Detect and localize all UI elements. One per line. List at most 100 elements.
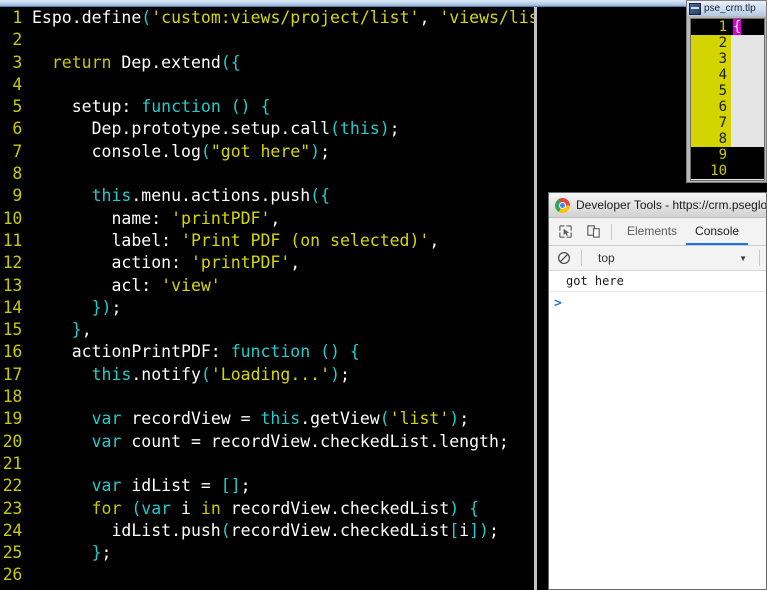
code-line[interactable]: 3 return Dep.extend({ [0,52,541,74]
code-token: var [91,409,122,429]
code-line[interactable]: 16 actionPrintPDF: function () { [0,341,541,363]
code-token: ; [101,543,112,563]
secondary-editor-line[interactable]: 6 [691,99,764,115]
secondary-line-text [731,35,764,51]
devtools-titlebar[interactable]: Developer Tools - https://crm.pseglo [549,193,766,218]
console-context-value: top [598,251,615,265]
secondary-line-number: 6 [691,99,731,115]
code-line[interactable]: 20 var count = recordView.checkedList.le… [0,431,541,453]
code-line[interactable]: 12 action: 'printPDF', [0,252,541,274]
editor-title-strip[interactable] [0,0,767,7]
device-toolbar-icon[interactable] [581,220,605,244]
code-token: [] [220,476,241,496]
secondary-line-number: 1 [691,19,731,35]
screen-root: 1 Espo.define('custom:views/project/list'… [0,0,767,590]
secondary-editor-line[interactable]: 9 [691,147,764,163]
secondary-editor-line[interactable]: 8 [691,131,764,147]
code-line[interactable]: 24 idList.push(recordView.checkedList[i]… [0,520,541,542]
code-token: in [200,498,221,518]
line-number: 18 [2,387,23,407]
secondary-editor-window[interactable]: pse_crm.tlp 1{2 3 4 5 6 7 8 9 10 [686,0,767,183]
secondary-line-text [731,99,764,115]
secondary-editor-line[interactable]: 7 [691,115,764,131]
secondary-line-text [731,147,764,163]
code-line[interactable]: 4 [0,74,541,96]
code-line-text: }; [30,542,541,564]
code-token: , [419,8,440,27]
inspect-cursor-icon[interactable] [553,220,577,244]
code-line-text: this.notify('Loading...'); [30,364,541,386]
secondary-editor-line[interactable]: 5 [691,83,764,99]
devtools-window-title: Developer Tools - https://crm.pseglo [576,198,766,212]
secondary-editor-line[interactable]: 10 [691,163,764,179]
code-token: return [51,52,112,72]
code-token: ({ [220,52,241,72]
code-token: [ [449,520,460,540]
code-token: i [171,498,201,518]
line-number: 7 [12,141,22,161]
editor-right-margin [537,7,541,590]
code-line[interactable]: 1 Espo.define('custom:views/project/list'… [0,7,541,29]
code-token: }) [91,297,112,317]
code-line-text: actionPrintPDF: function () { [30,341,541,363]
secondary-editor-titlebar[interactable]: pse_crm.tlp [687,1,766,16]
code-token: function [230,342,311,362]
filterbar-divider-2 [759,250,760,266]
code-editor-text-area[interactable]: 1 Espo.define('custom:views/project/list'… [0,7,541,590]
code-line[interactable]: 7 console.log("got here"); [0,141,541,163]
console-output-panel[interactable]: got here > [549,271,766,589]
line-number: 13 [2,275,23,295]
tab-elements[interactable]: Elements [618,218,686,245]
code-line[interactable]: 19 var recordView = this.getView('list')… [0,408,541,430]
code-token: i [459,520,470,540]
code-token: .getView [300,409,380,429]
line-number: 22 [2,476,23,496]
console-context-select[interactable]: top ▼ [588,251,753,265]
filterbar-divider [581,250,582,266]
secondary-editor-body[interactable]: 1{2 3 4 5 6 7 8 9 10 [690,18,765,181]
code-line[interactable]: 14 }); [0,297,541,319]
code-line[interactable]: 13 acl: 'view' [0,275,541,297]
code-line[interactable]: 5 setup: function () { [0,96,541,118]
code-line[interactable]: 10 name: 'printPDF', [0,208,541,230]
code-token: ( [131,498,142,518]
code-line[interactable]: 18 [0,386,541,408]
code-line[interactable]: 25 }; [0,542,541,564]
console-prompt-row[interactable]: > [549,292,766,312]
code-line[interactable]: 23 for (var i in recordView.checkedList)… [0,498,541,520]
code-token: function [141,97,221,117]
code-line[interactable]: 2 [0,29,541,51]
clear-console-icon[interactable] [553,247,575,269]
code-line[interactable]: 26 [0,564,541,586]
tab-console[interactable]: Console [686,218,749,245]
line-number: 16 [2,342,23,362]
secondary-editor-line[interactable]: 2 [691,35,764,51]
code-line[interactable]: 15 }, [0,319,541,341]
code-line[interactable]: 17 this.notify('Loading...'); [0,364,541,386]
code-line[interactable]: 6 Dep.prototype.setup.call(this); [0,118,541,140]
code-line[interactable]: 22 var idList = []; [0,475,541,497]
console-input[interactable] [567,296,766,312]
secondary-line-text [731,83,764,99]
secondary-line-number: 10 [691,163,731,179]
code-token: setup: [32,97,142,117]
line-number: 10 [2,208,23,228]
code-token: { [260,97,271,117]
secondary-editor-line[interactable]: 3 [691,51,764,67]
secondary-line-number: 3 [691,51,731,67]
code-line[interactable]: 11 label: 'Print PDF (on selected)', [0,230,541,252]
code-line[interactable]: 21 [0,453,541,475]
code-line-text: }); [30,297,541,319]
code-line-text: return Dep.extend({ [30,52,541,74]
secondary-editor-line[interactable]: 4 [691,67,764,83]
code-token: ) [449,409,460,429]
code-token: recordView.checkedList [230,520,450,540]
code-line[interactable]: 9 this.menu.actions.push({ [0,185,541,207]
line-number: 3 [12,52,22,72]
secondary-editor-line[interactable]: 1{ [691,19,764,35]
developer-tools-window[interactable]: Developer Tools - https://crm.pseglo Ele… [548,192,767,590]
devtools-tab-bar: Elements Console [549,218,766,246]
code-line[interactable]: 8 [0,163,541,185]
